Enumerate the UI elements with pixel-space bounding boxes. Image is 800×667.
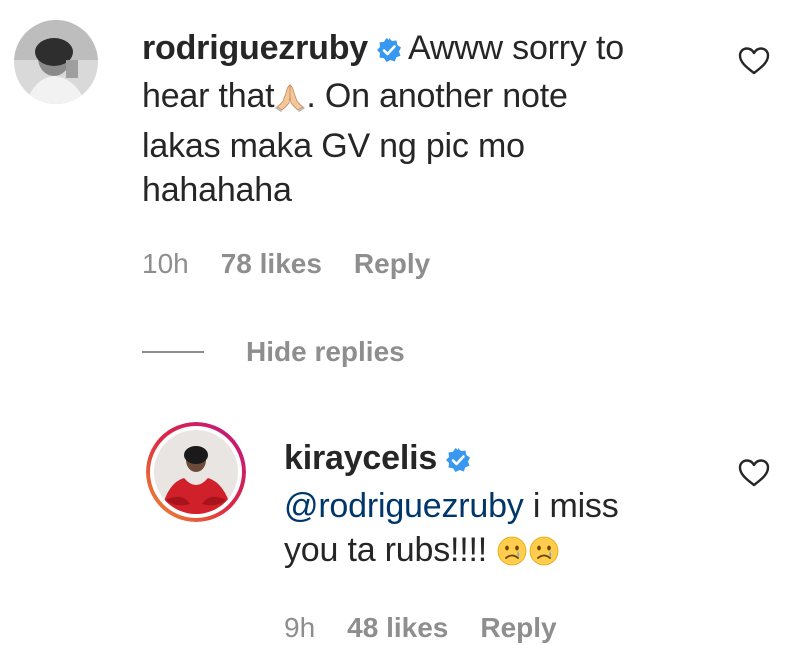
comment-text-rodriguezruby: rodriguezruby Awww sorry to hear that . On… [142,26,722,212]
avatar-rodriguezruby[interactable] [14,20,98,104]
comment-line-1: Awww sorry to [407,29,624,67]
comment-line-2a: hear that [142,77,275,115]
comment-line-3: lakas maka GV ng pic mo [142,127,525,165]
comment-meta-rodriguezruby: 10h 78 likes Reply [142,248,462,280]
comment-line-2b: . On another note [306,77,568,115]
comment-meta-kiraycelis: 9h 48 likes Reply [284,612,589,644]
comment-line-4: hahahaha [142,171,292,209]
verified-badge-icon [445,440,471,484]
like-heart-icon[interactable] [738,46,770,81]
crying-face-icon [496,534,528,578]
hide-replies-label[interactable]: Hide replies [246,336,405,368]
username-kiraycelis[interactable]: kiraycelis [284,439,437,477]
crying-face-icon [528,534,560,578]
like-heart-icon[interactable] [738,458,770,493]
username-rodriguezruby[interactable]: rodriguezruby [142,29,368,67]
verified-badge-icon [376,30,402,74]
comment-line-1: i miss [523,487,619,525]
folded-hands-icon [274,80,306,124]
comment-text-kiraycelis: kiraycelis @rodriguezruby i miss you ta … [284,436,724,578]
comment-line-2: you ta rubs!!!! [284,531,487,569]
comment-time: 10h [142,248,189,279]
comment-time: 9h [284,612,316,643]
divider-line [142,351,204,353]
avatar-kiraycelis[interactable] [146,422,246,522]
reply-button[interactable]: Reply [480,612,556,643]
likes-count[interactable]: 48 likes [347,612,448,643]
hide-replies-toggle[interactable]: Hide replies [142,336,405,368]
reply-button[interactable]: Reply [354,248,430,279]
likes-count[interactable]: 78 likes [221,248,322,279]
mention-link[interactable]: @rodriguezruby [284,487,524,525]
